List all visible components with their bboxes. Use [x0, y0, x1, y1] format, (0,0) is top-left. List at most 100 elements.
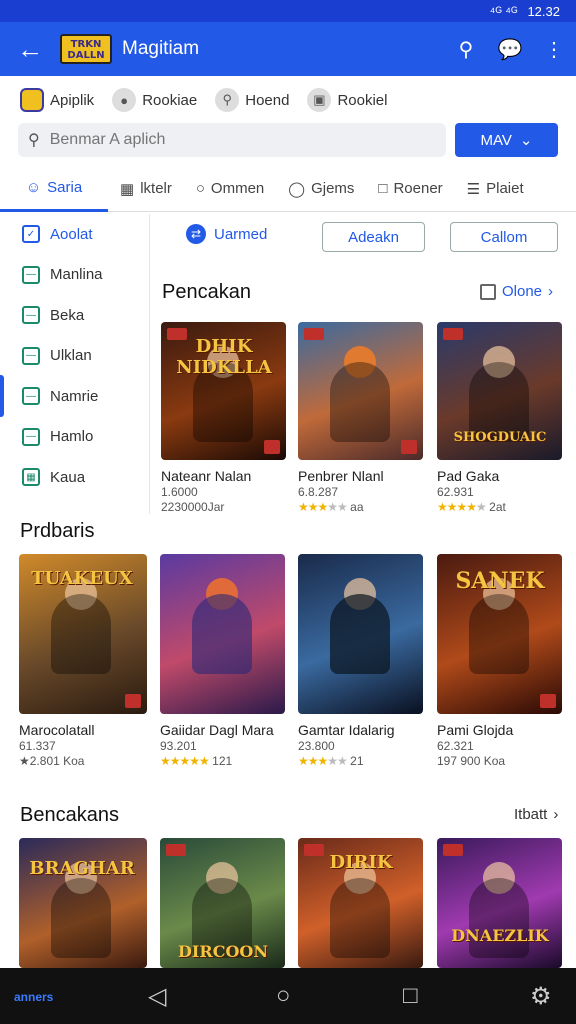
game-card[interactable]: TUAKEUX Marocolatall 61.337 ★2.801 Koa — [19, 554, 147, 768]
tab-lktelr[interactable]: ▦ lktelr — [108, 166, 184, 212]
tab-gjems[interactable]: ◯ Gjems — [276, 166, 366, 212]
person-icon: ● — [112, 88, 137, 112]
app-logo: TRKN DALLN — [60, 34, 112, 64]
search-bar[interactable]: ⚲ — [18, 123, 446, 157]
card-rating: ★★★★★ 121 — [160, 754, 285, 768]
search-icon: ⚲ — [215, 88, 240, 112]
home-circle-icon[interactable]: ○ — [276, 982, 291, 1010]
thumb-badge — [264, 440, 280, 454]
tab-plaiet[interactable]: ☰ Plaiet — [455, 166, 536, 212]
card-name: Penbrer Nlanl — [298, 468, 384, 484]
card-line2: aa — [350, 500, 364, 514]
main-action-button[interactable]: MAV ⌄ — [455, 123, 558, 157]
filter-button-callom[interactable]: Callom — [450, 222, 558, 252]
filter-row: ⇄ Uarmed Adeakn Callom — [160, 218, 570, 254]
thumb-figure — [51, 594, 111, 674]
game-card[interactable]: Gamtar Idalarig 23.800 ★★★★★ 21 — [298, 554, 423, 768]
game-card[interactable]: SHOGDUAIC Pad Gaka 62.931 ★★★★★ 2at — [437, 322, 562, 514]
sidebar-item-hamlo[interactable]: ― Hamlo — [0, 417, 149, 458]
chevron-right-icon: › — [553, 806, 559, 823]
status-time: 12.32 — [527, 3, 560, 19]
thumb-title: DIRCOON — [178, 942, 268, 961]
card-line1: 62.931 — [437, 485, 474, 499]
recents-square-icon[interactable]: □ — [403, 982, 418, 1010]
thumb-badge — [401, 440, 417, 454]
game-card[interactable]: DNAEZLIK — [437, 838, 562, 968]
game-card[interactable]: SANEK Pami Glojda 62.321 197 900 Koa — [437, 554, 562, 768]
game-card[interactable]: Penbrer Nlanl 6.8.287 ★★★★★ aa — [298, 322, 423, 514]
back-triangle-icon[interactable]: ◁ — [148, 982, 166, 1011]
person-icon: ☺ — [25, 178, 42, 196]
checkbox[interactable] — [480, 283, 496, 300]
sidebar-item-manlina[interactable]: ― Manlina — [0, 255, 149, 296]
tab-roener[interactable]: □ Roener — [366, 166, 454, 212]
card-name: Nateanr Nalan — [161, 468, 252, 484]
overflow-menu-icon[interactable]: ⋮ — [532, 22, 576, 76]
search-icon[interactable]: ⚲ — [444, 22, 488, 76]
sidebar-item-kaua[interactable]: ▦ Kaua — [0, 457, 149, 498]
game-card[interactable]: DHIK NIDKLLA Nateanr Nalan 1.6000 223000… — [161, 322, 286, 514]
thumb-title: SANEK — [455, 568, 545, 594]
shield-icon: ✓ — [22, 225, 40, 244]
tab-label: lktelr — [140, 180, 172, 197]
nav-label: anners — [14, 990, 54, 1004]
card-name: Gaiidar Dagl Mara — [160, 722, 274, 738]
chip-apps[interactable]: Apiplik — [20, 88, 94, 112]
card-name: Gamtar Idalarig — [298, 722, 395, 738]
tab-label: Saria — [47, 178, 83, 196]
card-line1: 6.8.287 — [298, 485, 339, 499]
card-line1: 62.321 — [437, 739, 474, 753]
chip-label: Hoend — [245, 91, 290, 109]
section-more-link[interactable]: Olone › — [480, 283, 553, 300]
notification-icon[interactable]: 💬 — [488, 22, 532, 76]
chip-rookiel[interactable]: ▣ Rookiel — [307, 88, 387, 112]
sidebar-item-beka[interactable]: ― Beka — [0, 295, 149, 336]
chevron-right-icon: › — [548, 283, 554, 300]
tab-label: Plaiet — [486, 180, 524, 197]
gear-icon[interactable]: ⚙ — [530, 982, 552, 1011]
game-thumbnail: TUAKEUX — [19, 554, 147, 714]
card-name: Pami Glojda — [437, 722, 514, 738]
game-thumbnail: DHIK NIDKLLA — [161, 322, 286, 460]
image-icon: ▣ — [307, 88, 332, 112]
tab-label: Ommen — [210, 180, 265, 197]
app-title: Magitiam — [122, 38, 200, 59]
card-line2: 2at — [489, 500, 506, 514]
sidebar-item-namrie[interactable]: ― Namrie — [0, 376, 149, 417]
thumb-title: BRAGHAR — [29, 858, 135, 879]
card-line1: 93.201 — [160, 739, 197, 753]
chevron-down-icon: ⌄ — [519, 132, 533, 149]
chip-hoend[interactable]: ⚲ Hoend — [215, 88, 289, 112]
tab-saria[interactable]: ☺ Saria — [0, 166, 108, 212]
tab-ommen[interactable]: ○ Ommen — [184, 166, 276, 212]
section-more-link[interactable]: Itbatt › — [514, 806, 558, 823]
filter-button-adeakn[interactable]: Adeakn — [322, 222, 425, 252]
sidebar-item-label: Kaua — [50, 468, 86, 486]
game-card[interactable]: DIRCOON — [160, 838, 285, 968]
tab-bar: ☺ Saria ▦ lktelr ○ Ommen ◯ Gjems □ Roener ☰ Pl… — [0, 166, 576, 212]
chip-rookiae[interactable]: ● Rookiae — [112, 88, 197, 112]
filter-unmarked[interactable]: ⇄ Uarmed — [186, 224, 267, 244]
search-input[interactable] — [49, 131, 410, 149]
section-title: Prdbaris — [20, 520, 95, 542]
game-thumbnail: SHOGDUAIC — [437, 322, 562, 460]
thumb-badge — [125, 694, 141, 708]
game-card[interactable]: DIRIK — [298, 838, 423, 968]
sidebar-item-ulklan[interactable]: ― Ulklan — [0, 336, 149, 377]
game-thumbnail: DIRIK — [298, 838, 423, 968]
sidebar-item-label: Hamlo — [50, 428, 94, 446]
sidebar-item-label: Namrie — [50, 387, 99, 405]
card-line2: 197 900 Koa — [437, 754, 506, 768]
calendar-icon: ― — [22, 387, 40, 406]
game-card[interactable]: Gaiidar Dagl Mara 93.201 ★★★★★ 121 — [160, 554, 285, 768]
game-card[interactable]: BRAGHAR — [19, 838, 147, 968]
tag-icon: ⇄ — [186, 224, 206, 244]
sidebar-item-aoolat[interactable]: ✓ Aoolat — [0, 214, 149, 255]
chip-row: Apiplik ● Rookiae ⚲ Hoend ▣ Rookiel — [0, 80, 576, 120]
back-arrow-icon[interactable]: ← — [0, 22, 60, 76]
game-thumbnail: DIRCOON — [160, 838, 285, 968]
card-line2: 21 — [350, 754, 364, 768]
thumb-figure — [469, 594, 529, 674]
square-icon: □ — [378, 180, 388, 197]
game-thumbnail: SANEK — [437, 554, 562, 714]
